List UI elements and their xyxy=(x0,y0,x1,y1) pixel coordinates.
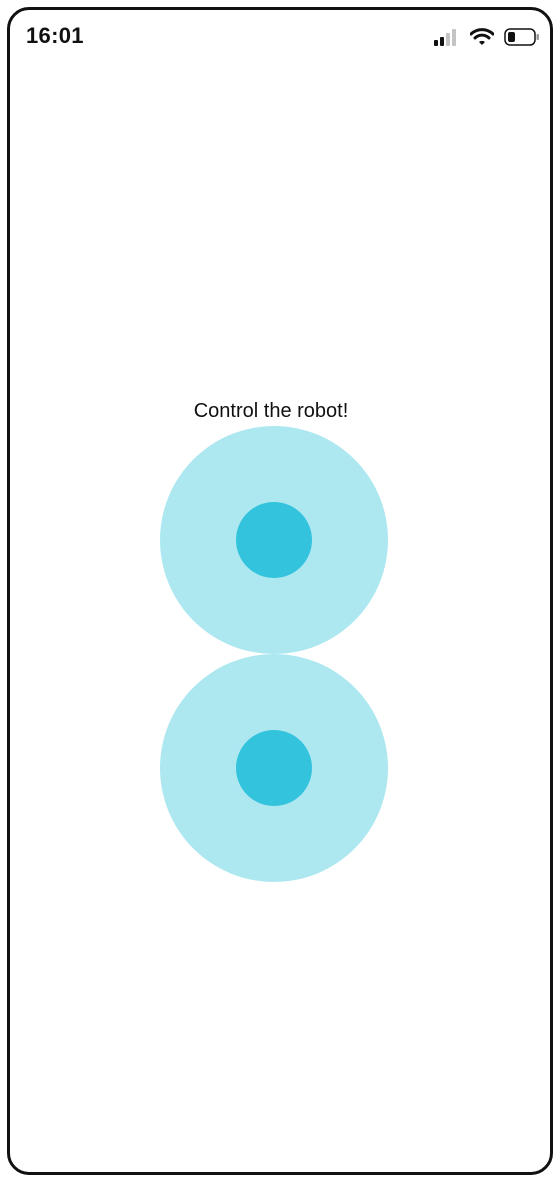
status-icons xyxy=(434,26,540,48)
status-time: 16:01 xyxy=(26,23,84,48)
wifi-icon xyxy=(470,28,494,46)
battery-icon xyxy=(504,27,540,47)
bottom-joystick[interactable] xyxy=(160,654,388,882)
status-bar: 16:01 xyxy=(10,10,550,66)
cellular-signal-icon xyxy=(434,28,460,46)
top-joystick[interactable] xyxy=(160,426,388,654)
phone-screen: 16:01 Control the robot! xyxy=(7,7,553,1175)
page-title: Control the robot! xyxy=(193,400,349,422)
top-joystick-knob[interactable] xyxy=(236,502,312,578)
bottom-joystick-knob[interactable] xyxy=(236,730,312,806)
